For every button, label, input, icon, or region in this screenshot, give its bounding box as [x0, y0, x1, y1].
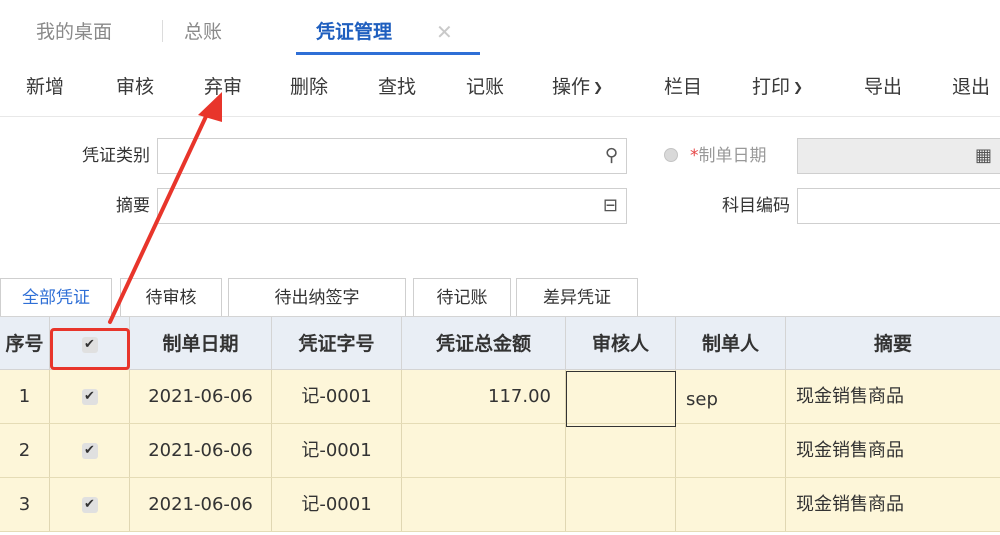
- post-button[interactable]: 记账: [466, 72, 504, 102]
- table-row[interactable]: 3 ✔ 2021-06-06 记-0001 现金销售商品: [0, 478, 1000, 532]
- voucher-type-field[interactable]: ⚲: [157, 138, 627, 174]
- close-icon[interactable]: ✕: [436, 14, 453, 50]
- cell-total: [402, 478, 566, 531]
- subtab-pending-cashier-sign[interactable]: 待出纳签字: [228, 278, 406, 316]
- date-field[interactable]: ▦: [797, 138, 1000, 174]
- subtab-pending-post[interactable]: 待记账: [413, 278, 511, 316]
- tab-voucher-management[interactable]: 凭证管理: [316, 14, 392, 50]
- abandon-audit-button[interactable]: 弃审: [204, 72, 242, 102]
- cell-voucher-no: 记-0001: [272, 370, 402, 423]
- col-seq[interactable]: 序号: [0, 317, 50, 371]
- tab-general-ledger[interactable]: 总账: [184, 14, 222, 50]
- col-maker[interactable]: 制单人: [676, 317, 786, 371]
- cell-summary: 现金销售商品: [796, 494, 904, 515]
- col-total[interactable]: 凭证总金额: [402, 317, 566, 371]
- grid-header: 序号 ✔ 制单日期 凭证字号 凭证总金额 审核人 制单人 摘要: [0, 316, 1000, 371]
- tab-bar: 我的桌面 总账 凭证管理 ✕: [0, 0, 1000, 56]
- cell-select[interactable]: ✔: [50, 424, 130, 477]
- tab-divider: [162, 20, 163, 42]
- cell-total: 117.00: [402, 370, 566, 423]
- add-button[interactable]: 新增: [26, 72, 64, 102]
- print-menu-button[interactable]: 打印 ❯: [752, 72, 803, 102]
- cell-auditor[interactable]: [566, 478, 676, 531]
- cell-seq: 1: [0, 370, 50, 423]
- audit-button[interactable]: 审核: [116, 72, 154, 102]
- table-row[interactable]: 2 ✔ 2021-06-06 记-0001 现金销售商品: [0, 424, 1000, 478]
- date-label-text: 制单日期: [698, 146, 767, 166]
- operate-menu-button[interactable]: 操作 ❯: [552, 72, 603, 102]
- reference-icon[interactable]: ⊟: [603, 195, 618, 216]
- cell-date: 2021-06-06: [130, 424, 272, 477]
- cell-summary: 现金销售商品: [796, 440, 904, 461]
- cell-select[interactable]: ✔: [50, 370, 130, 423]
- checkbox-checked-icon[interactable]: ✔: [81, 389, 98, 405]
- operate-label: 操作: [552, 76, 591, 98]
- subtab-all-vouchers[interactable]: 全部凭证: [0, 278, 112, 316]
- chevron-down-icon: ❯: [793, 80, 804, 94]
- print-label: 打印: [752, 76, 791, 98]
- subtab-pending-audit[interactable]: 待审核: [120, 278, 222, 316]
- voucher-type-label: 凭证类别: [82, 146, 150, 166]
- cell-seq: 2: [0, 424, 50, 477]
- checkbox-checked-icon[interactable]: ✔: [81, 497, 98, 513]
- cell-select[interactable]: ✔: [50, 478, 130, 531]
- col-auditor[interactable]: 审核人: [566, 317, 676, 371]
- cell-voucher-no: 记-0001: [272, 424, 402, 477]
- columns-button[interactable]: 栏目: [664, 72, 702, 102]
- toolbar: 新增 审核 弃审 删除 查找 记账 操作 ❯ 栏目 打印 ❯ 导出 退出: [0, 56, 1000, 117]
- cell-voucher-no: 记-0001: [272, 478, 402, 531]
- col-date[interactable]: 制单日期: [130, 317, 272, 371]
- cell-summary: 现金销售商品: [796, 386, 904, 407]
- summary-field[interactable]: ⊟: [157, 188, 627, 224]
- date-label: *制单日期: [690, 141, 790, 171]
- chevron-down-icon: ❯: [593, 80, 604, 94]
- date-radio[interactable]: [664, 148, 678, 162]
- summary-label: 摘要: [116, 196, 150, 216]
- table-row[interactable]: 1 ✔ 2021-06-06 记-0001 117.00 sep 现金销售商品: [0, 370, 1000, 424]
- subtab-diff-vouchers[interactable]: 差异凭证: [516, 278, 638, 316]
- required-mark: *: [690, 146, 699, 166]
- cell-seq: 3: [0, 478, 50, 531]
- col-summary[interactable]: 摘要: [786, 317, 1000, 371]
- cell-maker: [676, 424, 786, 477]
- auditor-cell-focus: [566, 371, 676, 427]
- tab-my-desktop[interactable]: 我的桌面: [36, 14, 112, 50]
- active-tab-indicator: [296, 52, 480, 55]
- cell-total: [402, 424, 566, 477]
- annotation-highlight-box: [50, 328, 130, 370]
- calendar-icon[interactable]: ▦: [975, 145, 992, 166]
- checkbox-checked-icon[interactable]: ✔: [81, 443, 98, 459]
- delete-button[interactable]: 删除: [290, 72, 328, 102]
- cell-maker: [676, 478, 786, 531]
- account-code-label: 科目编码: [722, 196, 790, 216]
- account-code-field[interactable]: [797, 188, 1000, 224]
- cell-maker: sep: [676, 370, 786, 423]
- exit-button[interactable]: 退出: [952, 72, 990, 102]
- find-button[interactable]: 查找: [378, 72, 416, 102]
- cell-date: 2021-06-06: [130, 478, 272, 531]
- cell-auditor[interactable]: [566, 424, 676, 477]
- search-icon[interactable]: ⚲: [605, 145, 618, 166]
- export-button[interactable]: 导出: [864, 72, 902, 102]
- cell-date: 2021-06-06: [130, 370, 272, 423]
- col-voucher-no[interactable]: 凭证字号: [272, 317, 402, 371]
